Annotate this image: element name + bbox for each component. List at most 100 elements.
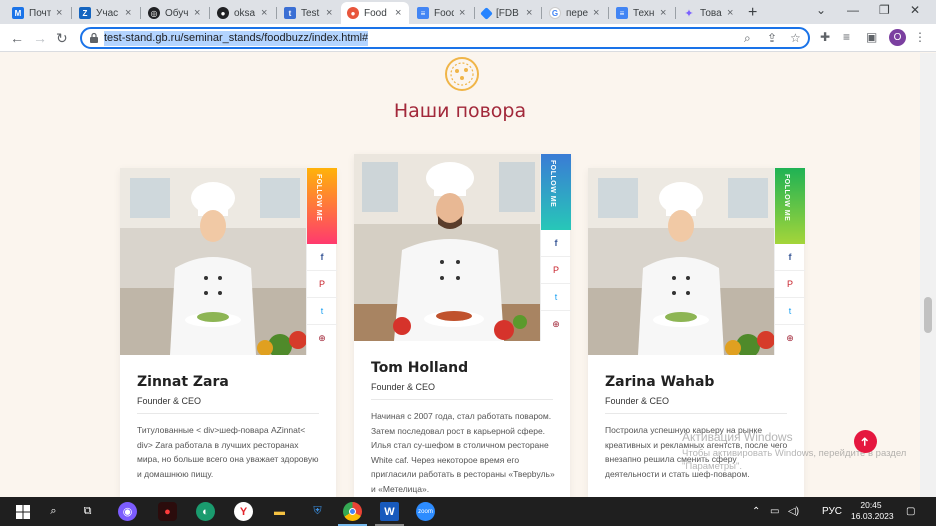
windows-activation-subtitle: Чтобы активировать Windows, перейдите в … <box>682 448 907 472</box>
messenger-icon[interactable]: ◐ <box>196 502 215 521</box>
side-panel-icon[interactable]: ▣ <box>866 30 877 44</box>
website-icon[interactable]: ⊕ <box>775 325 805 352</box>
yandex-browser-icon[interactable]: Y <box>234 502 253 521</box>
reading-list-icon[interactable]: ≡ <box>843 30 850 44</box>
chef-bio: Начиная с 2007 года, стал работать повар… <box>371 411 555 494</box>
notifications-icon[interactable]: ▢ <box>906 506 915 517</box>
menu-kebab-icon[interactable]: ⋮ <box>914 30 926 44</box>
close-icon[interactable]: × <box>660 7 668 19</box>
bookmark-star-icon[interactable]: ☆ <box>790 31 801 45</box>
zoom-search-icon[interactable]: ⌕ <box>744 31 751 46</box>
jira-icon <box>480 6 493 20</box>
twitter-icon[interactable]: t <box>541 284 571 311</box>
social-links: FOLLOW ME f P t ⊕ <box>540 154 571 341</box>
foodbuzz-icon: ● <box>347 7 359 19</box>
url-text[interactable]: test-stand.gb.ru/seminar_stands/foodbuzz… <box>104 31 369 46</box>
alice-assistant-icon[interactable]: ◉ <box>118 502 137 521</box>
tab-docs-tech[interactable]: ≡ Техн × <box>610 2 674 24</box>
windows-start-icon[interactable] <box>13 502 32 521</box>
tab-github[interactable]: ● oksa × <box>211 2 275 24</box>
facebook-icon[interactable]: f <box>541 230 571 257</box>
tray-overflow-icon[interactable]: ⌃ <box>752 506 760 517</box>
website-icon[interactable]: ⊕ <box>307 325 337 352</box>
clock-time: 20:45 <box>860 500 882 510</box>
network-icon[interactable]: ▭ <box>770 506 779 517</box>
pinterest-icon[interactable]: P <box>307 271 337 298</box>
close-icon[interactable]: × <box>194 7 202 19</box>
facebook-icon[interactable]: f <box>307 244 337 271</box>
tab-label: Обуч <box>165 7 189 19</box>
windows-logo-icon <box>15 504 30 519</box>
vpn-app-icon[interactable]: ● <box>158 502 177 521</box>
file-explorer-icon[interactable]: ▬ <box>270 502 289 521</box>
tab-docs-food[interactable]: ≡ Food × <box>411 2 473 24</box>
z-app-icon: Z <box>79 7 91 19</box>
extensions-icon[interactable]: ✚ <box>820 30 830 44</box>
new-tab-button[interactable]: + <box>748 4 757 22</box>
section-title: Наши повора <box>393 100 527 122</box>
website-icon[interactable]: ⊕ <box>541 311 571 338</box>
close-icon[interactable]: × <box>593 7 601 19</box>
forward-icon[interactable]: → <box>33 29 47 47</box>
security-shield-icon[interactable]: ⛨ <box>308 502 327 521</box>
share-icon[interactable]: ⇪ <box>767 31 777 45</box>
browser-tab-strip: M Почт × Z Учас × ◎ Обуч × ● oksa × t Te… <box>0 0 936 24</box>
tab-jira[interactable]: [FDB × <box>476 2 540 24</box>
address-bar[interactable]: test-stand.gb.ru/seminar_stands/foodbuzz… <box>80 27 810 49</box>
divider <box>605 413 787 414</box>
follow-me-ribbon <box>307 168 337 244</box>
close-icon[interactable]: × <box>459 7 467 19</box>
tab-label: пере <box>566 7 588 19</box>
chef-card: FOLLOW ME f P t ⊕ Zinnat Zara Founder & … <box>120 168 337 497</box>
close-window-icon[interactable]: ✕ <box>910 3 920 17</box>
tab-testit[interactable]: t Test I × <box>278 2 340 24</box>
follow-me-label: FOLLOW ME <box>549 160 556 208</box>
tab-foodbuzz-active[interactable]: ● Food × <box>341 2 409 24</box>
volume-icon[interactable]: ◁) <box>788 506 799 517</box>
chef-bio: Титулованные < div>шеф-повара AZinnat< d… <box>137 425 319 479</box>
tab-label: [FDB <box>496 7 519 19</box>
facebook-icon[interactable]: f <box>775 244 805 271</box>
close-icon[interactable]: × <box>326 7 334 19</box>
page-scrollbar[interactable] <box>920 53 936 497</box>
close-icon[interactable]: × <box>526 7 534 19</box>
chef-photo <box>588 168 774 355</box>
twitter-icon[interactable]: t <box>775 298 805 325</box>
docs-icon: ≡ <box>417 7 429 19</box>
back-to-top-button[interactable]: ➜ <box>854 430 877 453</box>
pinterest-icon[interactable]: P <box>541 257 571 284</box>
back-icon[interactable]: ← <box>10 29 24 47</box>
language-indicator[interactable]: РУС <box>822 506 842 517</box>
zoom-icon[interactable]: zoom <box>416 502 435 521</box>
pinterest-icon[interactable]: P <box>775 271 805 298</box>
tab-google-translate[interactable]: G пере × <box>543 2 607 24</box>
tab-divider <box>541 7 542 19</box>
tab-search-icon[interactable]: ⌄ <box>816 3 826 17</box>
scrollbar-thumb[interactable] <box>924 297 932 333</box>
tab-divider <box>209 7 210 19</box>
tab-mail[interactable]: M Почт × <box>6 2 70 24</box>
mail-icon: M <box>12 7 24 19</box>
twitter-icon[interactable]: t <box>307 298 337 325</box>
close-icon[interactable]: × <box>125 7 133 19</box>
tab-goods[interactable]: ✦ Това × <box>677 2 741 24</box>
profile-avatar[interactable]: O <box>889 29 906 46</box>
chrome-icon[interactable] <box>343 502 362 521</box>
restore-icon[interactable]: ❐ <box>879 3 890 17</box>
minimize-icon[interactable]: — <box>847 3 859 17</box>
reload-icon[interactable]: ↻ <box>56 29 68 47</box>
tab-training[interactable]: ◎ Обуч × <box>142 2 208 24</box>
female-chef-image <box>588 168 774 355</box>
close-icon[interactable]: × <box>395 7 403 19</box>
search-icon[interactable]: ⌕ <box>44 502 63 521</box>
close-icon[interactable]: × <box>727 7 735 19</box>
word-icon[interactable]: W <box>380 502 399 521</box>
close-icon[interactable]: × <box>56 7 64 19</box>
task-view-icon[interactable]: ⧉ <box>78 502 97 521</box>
taskbar-clock[interactable]: 20:45 16.03.2023 <box>851 500 894 522</box>
tab-participants[interactable]: Z Учас × <box>73 2 139 24</box>
sparkle-icon: ✦ <box>684 7 694 20</box>
close-icon[interactable]: × <box>261 7 269 19</box>
chef-photo <box>354 154 540 341</box>
github-icon: ● <box>217 7 229 19</box>
